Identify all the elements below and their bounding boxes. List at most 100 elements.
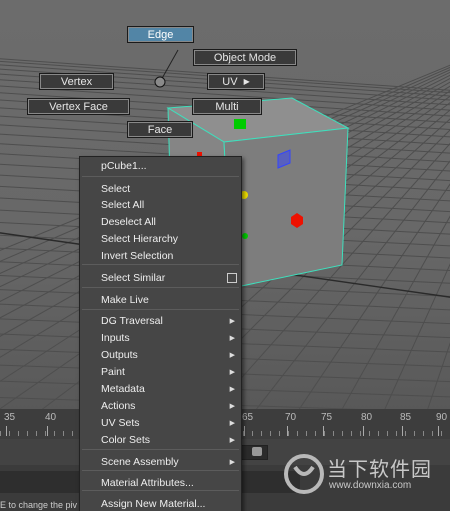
timeline-minor-tick [324, 431, 325, 436]
menu-item[interactable]: Deselect All [80, 214, 241, 230]
menu-item-label: Material Attributes... [101, 477, 194, 489]
manip-green-dot[interactable] [242, 233, 248, 239]
menu-item-label: Metadata [101, 383, 145, 395]
menu-item[interactable]: Scene Assembly ▶ [80, 454, 241, 470]
menu-item[interactable]: UV Sets ▶ [80, 415, 241, 431]
menu-item[interactable]: Select Similar [80, 270, 241, 286]
menu-item-label: Inputs [101, 332, 130, 344]
multi-label: Multi [215, 100, 239, 113]
menu-item-label: Color Sets [101, 434, 151, 446]
menu-item-label: Paint [101, 366, 125, 378]
timeline-tick: 75 [321, 412, 333, 423]
timeline-minor-tick [414, 431, 415, 436]
timeline-minor-tick [360, 431, 361, 436]
timeline-minor-tick [342, 431, 343, 436]
help-line: E to change the piv [0, 500, 78, 510]
uv-button[interactable]: UV ▶ [207, 73, 265, 90]
timeline-minor-tick [441, 431, 442, 436]
triangle-right-icon: ▶ [229, 352, 235, 359]
viewport-3d[interactable]: [ ] Edge Object Mode Vertex UV▶ Vertex F… [0, 0, 450, 511]
timeline-minor-tick [27, 431, 28, 436]
manipulator-line [159, 49, 179, 83]
menu-item[interactable]: Material Attributes... [80, 475, 241, 491]
timeline-minor-tick [0, 431, 1, 436]
menu-item[interactable]: Outputs ▶ [80, 347, 241, 363]
option-box-icon[interactable] [227, 273, 237, 283]
watermark-text: 当下软件园 [327, 457, 432, 481]
timeline-minor-tick [252, 431, 253, 436]
timeline-minor-tick [9, 431, 10, 436]
face-button[interactable]: Face [127, 121, 193, 138]
vertex-face-label: Vertex Face [49, 100, 108, 113]
menu-item[interactable]: DG Traversal ▶ [80, 313, 241, 329]
menu-item[interactable]: Make Live [80, 292, 241, 308]
menu-item[interactable]: Actions ▶ [80, 398, 241, 414]
triangle-right-icon: ▶ [229, 318, 235, 325]
timeline-tick-mark [6, 426, 7, 436]
menu-item-label: Select All [101, 199, 145, 211]
timeline-minor-tick [387, 431, 388, 436]
menu-item[interactable]: Select All [80, 197, 241, 213]
timeline-minor-tick [306, 431, 307, 436]
timeline-minor-tick [261, 431, 262, 436]
timeline-tick: 65 [242, 412, 254, 423]
triangle-right-icon: ▶ [229, 369, 235, 376]
timeline-tick: 80 [361, 412, 373, 423]
triangle-right-icon: ▶ [229, 437, 235, 444]
menu-item-label: UV Sets [101, 417, 140, 429]
timeline-minor-tick [396, 431, 397, 436]
vertex-label: Vertex [60, 75, 93, 88]
manip-green-handle[interactable] [234, 119, 246, 129]
timeline-minor-tick [279, 431, 280, 436]
marking-menu-center [154, 76, 166, 88]
timeline-minor-tick [18, 431, 19, 436]
triangle-right-icon: ▶ [243, 77, 250, 86]
menu-item-object-name[interactable]: pCube1... [80, 158, 241, 174]
triangle-right-icon: ▶ [229, 386, 235, 393]
menu-item[interactable]: Paint ▶ [80, 364, 241, 380]
menu-separator [82, 449, 239, 450]
timeline-tick: 40 [45, 412, 57, 423]
menu-item[interactable]: Assign New Material... [80, 496, 241, 511]
range-toggle[interactable] [252, 447, 262, 456]
menu-item-label: Make Live [101, 294, 149, 306]
menu-item-label: Invert Selection [101, 250, 174, 262]
timeline-tick-mark [402, 426, 403, 436]
vertex-face-button[interactable]: Vertex Face [27, 98, 130, 115]
timeline-minor-tick [63, 431, 64, 436]
object-mode-button[interactable]: Object Mode [193, 49, 297, 66]
timeline-minor-tick [315, 431, 316, 436]
menu-separator [82, 287, 239, 288]
context-menu[interactable]: pCube1... Select Select All Deselect All Se… [79, 156, 242, 511]
timeline-minor-tick [351, 431, 352, 436]
menu-item-label: Outputs [101, 349, 138, 361]
menu-item-label: DG Traversal [101, 315, 163, 327]
menu-separator [82, 309, 239, 310]
menu-item[interactable]: Metadata ▶ [80, 381, 241, 397]
timeline-minor-tick [72, 431, 73, 436]
menu-item[interactable]: Invert Selection [80, 248, 241, 264]
menu-item-label: Select [101, 183, 131, 195]
menu-item[interactable]: Select [80, 181, 241, 197]
timeline-minor-tick [36, 431, 37, 436]
timeline-tick: 90 [436, 412, 448, 423]
menu-item[interactable]: Inputs ▶ [80, 330, 241, 346]
edge-button[interactable]: Edge [127, 26, 194, 43]
timeline-minor-tick [333, 431, 334, 436]
triangle-right-icon: ▶ [229, 459, 235, 466]
menu-item-label: Scene Assembly [101, 456, 179, 468]
object-mode-label: Object Mode [213, 51, 277, 64]
menu-item-label: Actions [101, 400, 136, 412]
menu-item-label: Select Hierarchy [101, 233, 179, 245]
menu-item[interactable]: Select Hierarchy [80, 231, 241, 247]
multi-button[interactable]: Multi [192, 98, 262, 115]
edge-label: Edge [147, 28, 174, 41]
menu-item[interactable]: Color Sets ▶ [80, 432, 241, 448]
watermark-logo-icon [284, 454, 324, 494]
timeline-tick-mark [438, 426, 439, 436]
menu-separator [82, 264, 239, 265]
vertex-button[interactable]: Vertex [39, 73, 114, 90]
triangle-right-icon: ▶ [229, 420, 235, 427]
timeline-minor-tick [54, 431, 55, 436]
timeline-minor-tick [369, 431, 370, 436]
